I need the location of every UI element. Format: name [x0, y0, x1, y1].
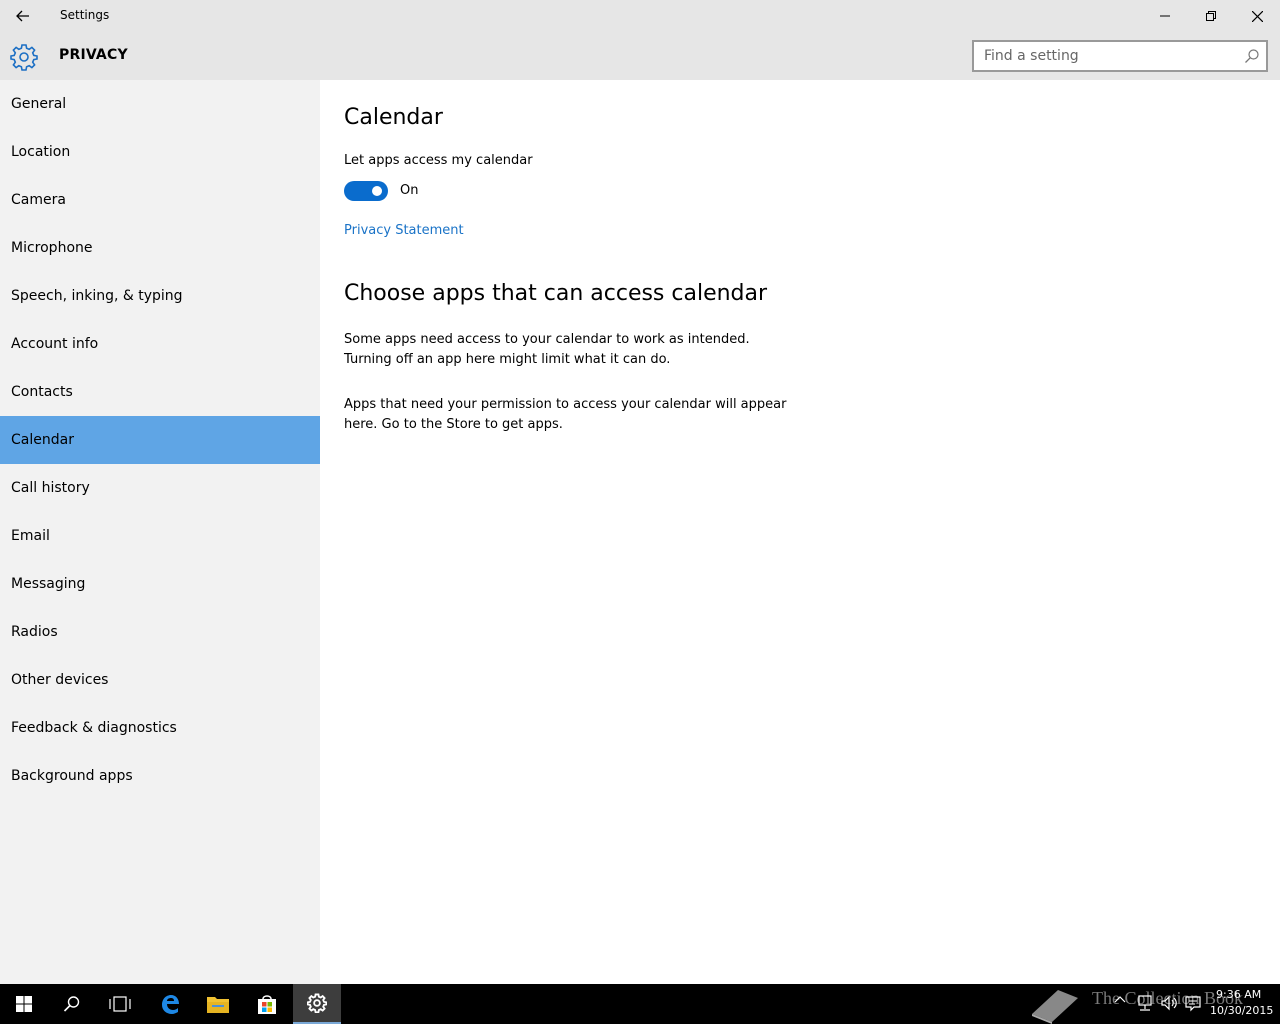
privacy-statement-link[interactable]: Privacy Statement — [344, 223, 464, 238]
back-arrow-icon — [16, 10, 29, 22]
close-button[interactable] — [1234, 0, 1280, 32]
task-view-button[interactable] — [96, 984, 144, 1024]
minimize-button[interactable] — [1142, 0, 1188, 32]
window-title: Settings — [60, 8, 110, 22]
settings-header: PRIVACY — [0, 32, 1280, 80]
settings-icon — [307, 993, 327, 1013]
toggle-label: Let apps access my calendar — [344, 153, 533, 168]
toggle-state-text: On — [400, 183, 419, 198]
sidebar-nav: General Location Camera Microphone Speec… — [0, 80, 320, 984]
search-icon[interactable] — [1244, 48, 1260, 64]
sidebar-item-general[interactable]: General — [0, 80, 320, 128]
sidebar-item-speech-inking-typing[interactable]: Speech, inking, & typing — [0, 272, 320, 320]
clock-time[interactable]: 9:36 AM — [1216, 988, 1261, 1001]
volume-icon[interactable] — [1160, 994, 1178, 1012]
minimize-icon — [1160, 15, 1170, 17]
sidebar-item-feedback-diagnostics[interactable]: Feedback & diagnostics — [0, 704, 320, 752]
apps-description-line1: Some apps need access to your calendar t… — [344, 332, 750, 347]
no-apps-message-line1: Apps that need your permission to access… — [344, 397, 787, 412]
sidebar-item-other-devices[interactable]: Other devices — [0, 656, 320, 704]
apps-description-line2: Turning off an app here might limit what… — [344, 352, 671, 367]
sidebar-item-location[interactable]: Location — [0, 128, 320, 176]
sidebar-item-contacts[interactable]: Contacts — [0, 368, 320, 416]
main-content: Calendar Let apps access my calendar On … — [320, 80, 1280, 984]
gear-icon — [10, 44, 38, 71]
title-bar: Settings — [0, 0, 1280, 32]
windows-start-icon — [16, 996, 32, 1012]
file-explorer-icon — [207, 997, 229, 1013]
toggle-knob — [372, 186, 382, 196]
section-heading: Choose apps that can access calendar — [344, 281, 768, 306]
network-icon[interactable] — [1136, 994, 1154, 1012]
sidebar-item-messaging[interactable]: Messaging — [0, 560, 320, 608]
sidebar-item-calendar[interactable]: Calendar — [0, 416, 320, 464]
search-box[interactable] — [972, 40, 1268, 72]
task-view-icon — [109, 996, 131, 1012]
action-center-icon[interactable] — [1184, 994, 1202, 1012]
taskbar-search-button[interactable] — [48, 984, 96, 1024]
page-title: PRIVACY — [59, 47, 128, 63]
sidebar-item-background-apps[interactable]: Background apps — [0, 752, 320, 800]
close-icon — [1251, 10, 1263, 22]
sidebar-item-microphone[interactable]: Microphone — [0, 224, 320, 272]
calendar-access-toggle[interactable] — [344, 181, 388, 201]
book-watermark-icon — [1032, 990, 1078, 1024]
show-hidden-icons-chevron-icon[interactable] — [1114, 994, 1126, 1006]
store-icon — [258, 995, 276, 1014]
apps-description: Some apps need access to your calendar t… — [344, 330, 824, 370]
edge-icon — [162, 995, 179, 1014]
no-apps-message-line2: here. Go to the Store to get apps. — [344, 417, 563, 432]
edge-button[interactable] — [146, 984, 194, 1024]
no-apps-message: Apps that need your permission to access… — [344, 395, 824, 435]
sidebar-item-radios[interactable]: Radios — [0, 608, 320, 656]
sidebar-item-email[interactable]: Email — [0, 512, 320, 560]
file-explorer-button[interactable] — [194, 984, 242, 1024]
restore-button[interactable] — [1188, 0, 1234, 32]
search-input[interactable] — [974, 42, 1234, 70]
taskbar: The Collection Book 9:36 AM 10/30/2015 — [0, 984, 1280, 1024]
restore-icon — [1206, 11, 1216, 21]
sidebar-item-account-info[interactable]: Account info — [0, 320, 320, 368]
sidebar-item-call-history[interactable]: Call history — [0, 464, 320, 512]
clock-date[interactable]: 10/30/2015 — [1210, 1004, 1273, 1017]
search-icon — [63, 996, 80, 1012]
content-heading: Calendar — [344, 105, 443, 130]
start-button[interactable] — [0, 984, 48, 1024]
sidebar-item-camera[interactable]: Camera — [0, 176, 320, 224]
store-button[interactable] — [243, 984, 291, 1024]
settings-taskbar-button[interactable] — [293, 984, 341, 1024]
back-button[interactable] — [0, 0, 46, 32]
